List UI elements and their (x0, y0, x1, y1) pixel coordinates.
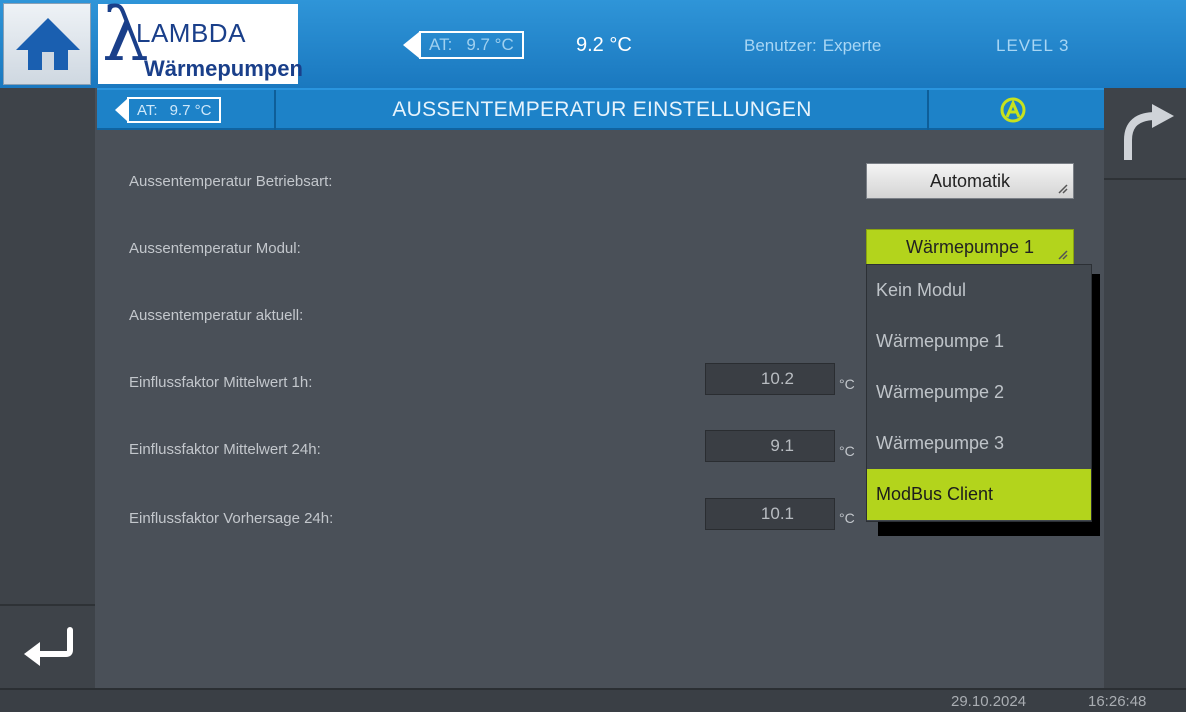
status-footer: 29.10.2024 16:26:48 (0, 688, 1186, 712)
modul-dropdown-list: Kein Modul Wärmepumpe 1 Wärmepumpe 2 Wär… (866, 264, 1092, 522)
modul-select[interactable]: Wärmepumpe 1 (866, 229, 1074, 265)
lambda-logo: λ LAMBDA Wärmepumpen (98, 0, 303, 84)
user-info: Benutzer: Experte (738, 36, 881, 56)
unit-label: °C (839, 443, 855, 459)
unit-label: °C (839, 510, 855, 526)
dropdown-option[interactable]: Wärmepumpe 3 (867, 418, 1091, 469)
betriebsart-label: Aussentemperatur Betriebsart: (129, 173, 333, 190)
logo-brand: LAMBDA (136, 18, 246, 48)
at-label: AT: (137, 101, 158, 119)
arrow-left-icon (115, 99, 127, 121)
dropdown-option[interactable]: Wärmepumpe 1 (867, 316, 1091, 367)
vorhersage-field[interactable]: 10.1 (705, 498, 835, 530)
divider (927, 90, 929, 130)
left-divider (0, 604, 95, 606)
dropdown-corner-icon (1058, 250, 1068, 260)
dropdown-corner-icon (1058, 184, 1068, 194)
divider (274, 90, 276, 130)
user-label: Benutzer: (744, 36, 817, 55)
title-bar: AT: 9.7 °C AUSSENTEMPERATUR EINSTELLUNGE… (97, 88, 1104, 130)
home-button[interactable] (3, 3, 91, 85)
dropdown-option[interactable]: Wärmepumpe 2 (867, 367, 1091, 418)
mittel1h-field[interactable]: 10.2 (705, 363, 835, 395)
mittel24h-label: Einflussfaktor Mittelwert 24h: (129, 441, 321, 458)
logo-subtitle: Wärmepumpen (144, 56, 303, 81)
at-value: 9.7 °C (466, 35, 514, 54)
user-value: Experte (822, 36, 882, 55)
dropdown-option-selected[interactable]: ModBus Client (867, 469, 1091, 520)
left-nav-bar (0, 88, 95, 688)
home-icon (16, 18, 80, 70)
aktuell-label: Aussentemperatur aktuell: (129, 307, 304, 324)
modul-label: Aussentemperatur Modul: (129, 240, 301, 257)
at-box: AT: 9.7 °C (127, 97, 222, 123)
current-temp: 9.2 °C (576, 34, 632, 56)
vorhersage-label: Einflussfaktor Vorhersage 24h: (129, 510, 334, 527)
header-bar: λ LAMBDA Wärmepumpen AT: 9.7 °C 9.2 °C B… (0, 0, 1186, 88)
footer-date: 29.10.2024 (951, 693, 1027, 710)
back-arrow-icon (24, 627, 73, 666)
refresh-button[interactable] (1118, 100, 1178, 170)
at-box: AT: 9.7 °C (419, 31, 524, 59)
at-label: AT: (429, 35, 453, 54)
mittel24h-field[interactable]: 9.1 (705, 430, 835, 462)
at-value: 9.7 °C (169, 101, 212, 119)
refresh-icon (1124, 104, 1174, 160)
dropdown-option[interactable]: Kein Modul (867, 265, 1091, 316)
header-outdoor-temp[interactable]: AT: 9.7 °C (403, 30, 524, 60)
right-divider (1104, 178, 1186, 180)
access-level: LEVEL 3 (996, 36, 1070, 55)
auto-mode-icon (1000, 97, 1026, 123)
mittel1h-label: Einflussfaktor Mittelwert 1h: (129, 374, 313, 391)
arrow-left-icon (403, 32, 419, 58)
back-button[interactable] (20, 620, 80, 670)
footer-time: 16:26:48 (1088, 693, 1147, 710)
betriebsart-select[interactable]: Automatik (866, 163, 1074, 199)
title-outdoor-temp[interactable]: AT: 9.7 °C (115, 97, 222, 123)
betriebsart-value: Automatik (929, 170, 1011, 191)
unit-label: °C (839, 376, 855, 392)
modul-value: Wärmepumpe 1 (905, 236, 1035, 257)
page-title: AUSSENTEMPERATUR EINSTELLUNGEN (392, 98, 812, 121)
